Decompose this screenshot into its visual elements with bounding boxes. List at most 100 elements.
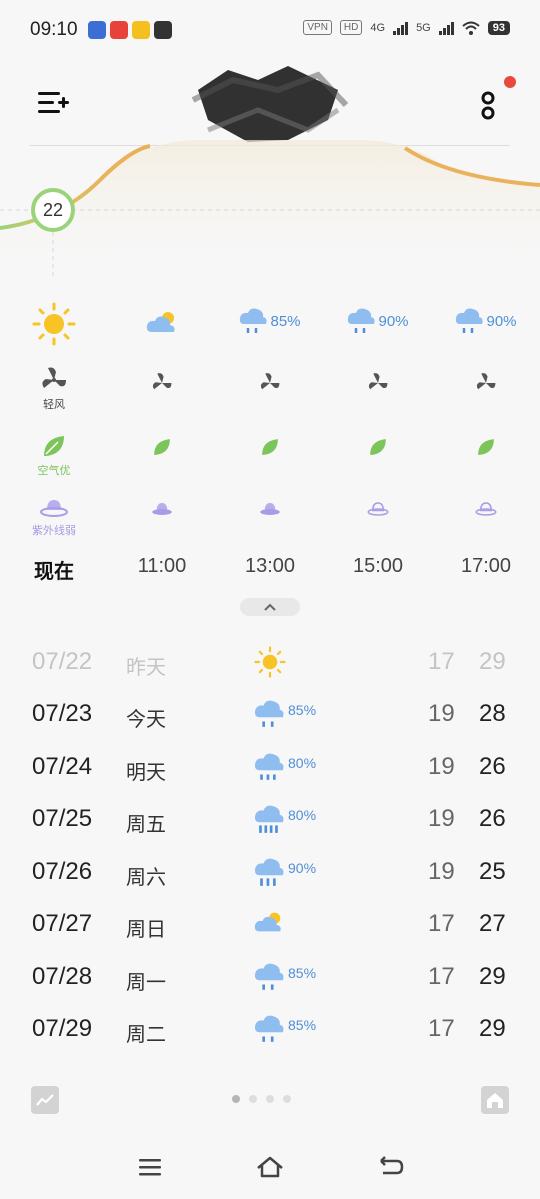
day-row[interactable]: 07/23 今天 85% 19 28 (0, 688, 540, 740)
hour-wind (216, 372, 324, 394)
day-high-temp: 26 (479, 805, 506, 832)
day-row[interactable]: 07/22 昨天 17 29 (0, 636, 540, 688)
back-icon[interactable] (375, 1154, 405, 1180)
leaf-icon (154, 439, 170, 455)
hour-column: 90% 17:00 (432, 290, 540, 590)
page-dot[interactable] (283, 1095, 291, 1103)
sun-hat-icon (152, 503, 172, 515)
leaf-icon (478, 439, 494, 455)
home-icon[interactable] (255, 1154, 285, 1180)
day-row[interactable]: 07/28 周一 85% 17 29 (0, 951, 540, 1003)
leaf-icon (370, 439, 386, 455)
air-quality-label: 空气优 (37, 465, 71, 477)
trend-chart-button[interactable] (31, 1086, 59, 1114)
sun-hat-icon (367, 502, 389, 516)
hour-column: 11:00 (108, 290, 216, 590)
fan-icon (42, 367, 66, 388)
day-low-temp: 17 (428, 1015, 455, 1042)
day-date: 07/27 (32, 910, 93, 937)
day-low-temp: 19 (428, 805, 455, 832)
sunny-icon (32, 302, 76, 346)
day-name: 周日 (126, 919, 166, 941)
app-notification-icon (132, 21, 150, 39)
network-5g-label: 5G (416, 21, 431, 34)
rain-icon (254, 753, 284, 780)
hour-air-quality (324, 436, 432, 458)
day-high-temp: 28 (479, 700, 506, 727)
day-low-temp: 19 (428, 700, 455, 727)
hour-column: 90% 15:00 (324, 290, 432, 590)
precip-chance: 85% (288, 702, 317, 718)
hd-badge: HD (339, 20, 363, 35)
menu-icon[interactable] (136, 1154, 166, 1180)
day-high-temp: 29 (479, 648, 506, 675)
hour-air-quality (108, 436, 216, 458)
hour-air-quality: 空气优 (0, 432, 108, 478)
status-time: 09:10 (30, 19, 78, 40)
hour-wind (108, 372, 216, 394)
hour-weather: 90% (432, 306, 540, 336)
day-low-temp: 19 (428, 753, 455, 780)
hour-weather (108, 308, 216, 336)
day-date: 07/28 (32, 963, 93, 990)
app-notification-icon (110, 21, 128, 39)
page-dot[interactable] (249, 1095, 257, 1103)
app-notification-icon (88, 21, 106, 39)
hour-wind (432, 372, 540, 394)
status-bar: 09:10 VPN HD 4G 5G 93 (0, 0, 540, 60)
network-4g-label: 4G (370, 21, 386, 34)
sun-hat-icon (475, 502, 497, 516)
home-location-button[interactable] (481, 1086, 509, 1114)
more-options-button[interactable] (476, 76, 516, 126)
notification-dot (504, 76, 516, 88)
precip-chance: 80% (288, 807, 317, 823)
page-indicator (232, 1095, 291, 1103)
day-date: 07/23 (32, 700, 93, 727)
wifi-icon (462, 21, 480, 35)
collapse-handle[interactable] (240, 598, 300, 616)
temperature-curve (0, 140, 540, 280)
day-row[interactable]: 07/25 周五 80% 19 26 (0, 793, 540, 845)
precip-chance: 80% (288, 755, 317, 771)
hour-uv (324, 500, 432, 518)
city-name-redacted (191, 66, 348, 142)
hour-time: 11:00 (137, 555, 187, 577)
wind-label: 轻风 (43, 399, 65, 411)
day-name: 昨天 (126, 657, 166, 679)
page-dot[interactable] (266, 1095, 274, 1103)
page-dot-active[interactable] (232, 1095, 240, 1103)
menu-add-icon[interactable] (36, 88, 70, 118)
hour-air-quality (216, 436, 324, 458)
day-high-temp: 29 (479, 1015, 506, 1042)
rain-icon (240, 308, 268, 333)
hour-uv (108, 500, 216, 518)
trend-chart-icon (36, 1094, 54, 1106)
uv-label: 紫外线弱 (32, 525, 76, 537)
hour-time: 13:00 (244, 555, 296, 577)
day-date: 07/26 (32, 858, 93, 885)
day-row[interactable]: 07/29 周二 85% 17 29 (0, 1003, 540, 1055)
battery-indicator: 93 (487, 20, 510, 35)
day-date: 07/29 (32, 1015, 93, 1042)
day-high-temp: 25 (479, 858, 506, 885)
precip-chance: 85% (270, 312, 301, 330)
day-row[interactable]: 07/26 周六 90% 19 25 (0, 846, 540, 898)
sunny-icon (254, 646, 286, 678)
hour-uv: 紫外线弱 (0, 496, 108, 538)
hour-time: 15:00 (352, 555, 404, 577)
day-high-temp: 27 (479, 910, 506, 937)
day-row[interactable]: 07/27 周日 17 27 (0, 898, 540, 950)
hour-time: 现在 (34, 561, 74, 583)
fan-icon (476, 373, 496, 390)
leaf-icon (44, 436, 64, 456)
rain-icon (254, 963, 284, 990)
day-low-temp: 17 (428, 910, 455, 937)
sun-hat-icon (260, 503, 280, 515)
hour-column: 85% 13:00 (216, 290, 324, 590)
day-high-temp: 29 (479, 963, 506, 990)
current-temperature-bubble: 22 (31, 188, 75, 232)
day-low-temp: 17 (428, 963, 455, 990)
day-row[interactable]: 07/24 明天 80% 19 26 (0, 741, 540, 793)
partly-cloudy-icon (146, 312, 175, 332)
app-notification-icon (154, 21, 172, 39)
